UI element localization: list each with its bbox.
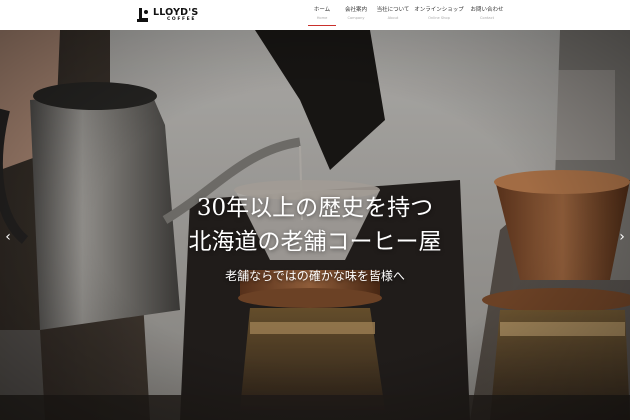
nav-item-company[interactable]: 会社案内 Company (342, 0, 370, 30)
nav-item-about[interactable]: 当社について About (376, 0, 410, 30)
nav-item-online-shop[interactable]: オンラインショップ Online Shop (414, 0, 464, 30)
brand-mark-icon (137, 8, 148, 22)
main-nav: ホーム Home 会社案内 Company 当社について About オンライン… (308, 0, 504, 30)
nav-item-sublabel: Contact (480, 15, 494, 20)
brand-logo[interactable]: LLOYD'S COFFEE (136, 6, 198, 24)
hero-title-line-1: 30年以上の歴史を持つ (196, 195, 434, 221)
nav-item-label: お問い合わせ (470, 7, 504, 13)
nav-item-sublabel: Company (347, 15, 365, 20)
site-header: LLOYD'S COFFEE ホーム Home 会社案内 Company 当社に… (0, 0, 630, 30)
hero-title-line-2: 北海道の老舗コーヒー屋 (188, 229, 442, 255)
nav-item-sublabel: About (387, 15, 399, 20)
nav-item-sublabel: Online Shop (428, 15, 450, 20)
slider-next-arrow-icon[interactable]: › (616, 230, 628, 244)
hero-slider: 30年以上の歴史を持つ 北海道の老舗コーヒー屋 老舗ならではの確かな味を皆様へ … (0, 30, 630, 420)
nav-item-contact[interactable]: お問い合わせ Contact (470, 0, 504, 30)
brand-name: LLOYD'S (153, 6, 199, 18)
nav-item-label: ホーム (313, 7, 331, 13)
hero-background-image (0, 30, 630, 420)
brand-sub: COFFEE (167, 17, 197, 22)
nav-item-label: 会社案内 (344, 7, 367, 13)
nav-item-label: 当社について (376, 7, 410, 13)
nav-item-label: オンラインショップ (414, 7, 464, 13)
nav-item-sublabel: Home (316, 15, 328, 20)
nav-item-home[interactable]: ホーム Home (308, 0, 336, 30)
hero-subtitle: 老舗ならではの確かな味を皆様へ (225, 269, 405, 283)
slider-prev-arrow-icon[interactable]: ‹ (2, 230, 14, 244)
